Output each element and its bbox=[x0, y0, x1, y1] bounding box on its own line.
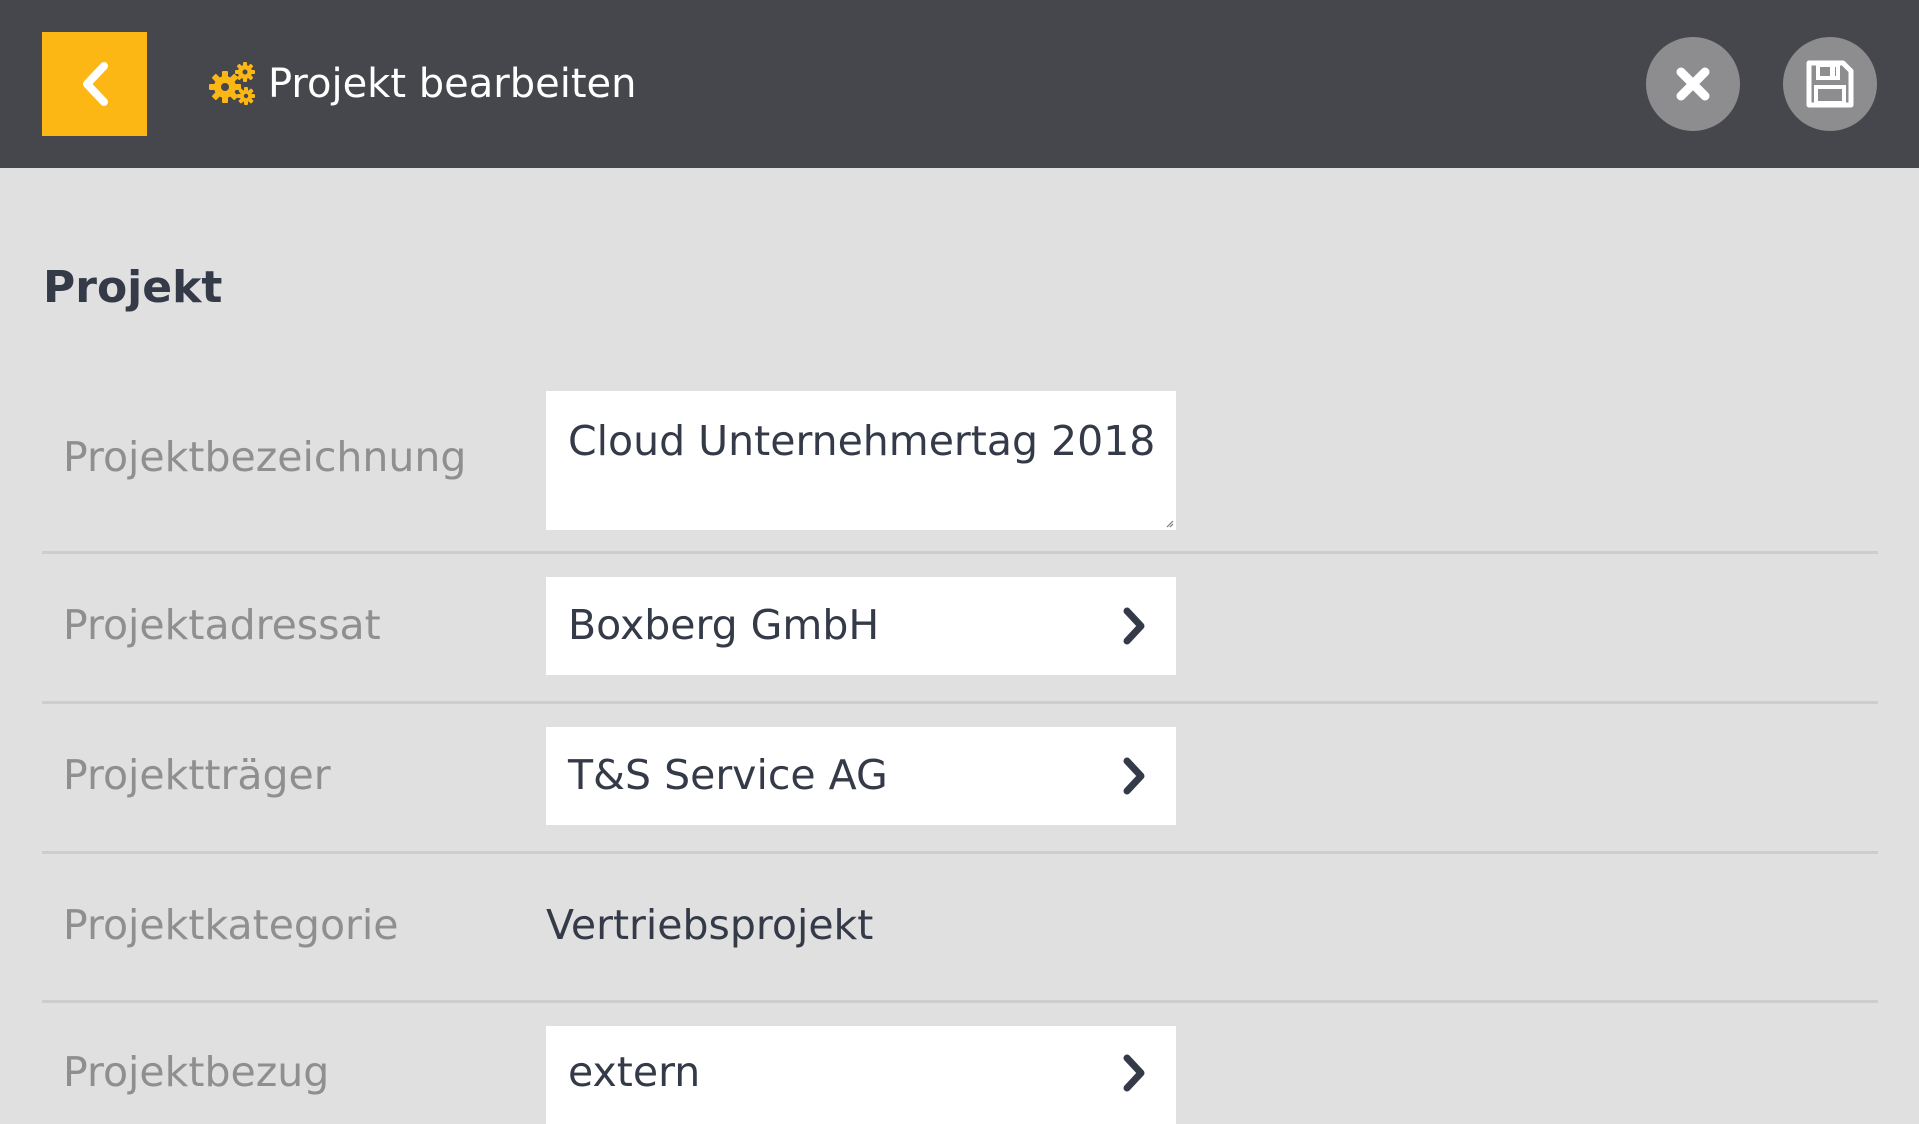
label-projektbezug: Projektbezug bbox=[63, 1048, 330, 1096]
row-divider bbox=[42, 701, 1878, 704]
projektbezeichnung-value: Cloud Unternehmertag 2018 bbox=[568, 417, 1156, 465]
projektadressat-value: Boxberg GmbH bbox=[568, 601, 880, 649]
resize-grip-icon[interactable] bbox=[1164, 518, 1174, 528]
close-icon bbox=[1676, 67, 1710, 101]
projektbezeichnung-textarea[interactable]: Cloud Unternehmertag 2018 bbox=[546, 391, 1176, 530]
projekttraeger-select[interactable]: T&S Service AG bbox=[546, 727, 1176, 825]
projekttraeger-value: T&S Service AG bbox=[568, 751, 888, 799]
page-title: Projekt bearbeiten bbox=[268, 61, 637, 107]
chevron-right-icon bbox=[1123, 1054, 1145, 1092]
chevron-right-icon bbox=[1123, 607, 1145, 645]
floppy-disk-icon bbox=[1806, 60, 1854, 108]
chevron-left-icon bbox=[82, 62, 108, 106]
row-divider bbox=[42, 851, 1878, 854]
section-title: Projekt bbox=[43, 262, 223, 313]
label-projektbezeichnung: Projektbezeichnung bbox=[63, 433, 467, 481]
row-divider bbox=[42, 551, 1878, 554]
projektkategorie-value: Vertriebsprojekt bbox=[546, 901, 874, 949]
close-button[interactable] bbox=[1646, 37, 1740, 131]
projektadressat-select[interactable]: Boxberg GmbH bbox=[546, 577, 1176, 675]
save-button[interactable] bbox=[1783, 37, 1877, 131]
label-projektkategorie: Projektkategorie bbox=[63, 901, 399, 949]
label-projekttraeger: Projektträger bbox=[63, 751, 331, 799]
chevron-right-icon bbox=[1123, 757, 1145, 795]
back-button[interactable] bbox=[42, 32, 147, 136]
page-header: Projekt bearbeiten bbox=[208, 56, 636, 112]
gears-icon bbox=[209, 62, 255, 105]
label-projektadressat: Projektadressat bbox=[63, 601, 381, 649]
projektbezug-value: extern bbox=[568, 1048, 701, 1096]
projektbezug-select[interactable]: extern bbox=[546, 1026, 1176, 1124]
top-bar: Projekt bearbeiten bbox=[0, 0, 1919, 168]
row-divider bbox=[42, 1000, 1878, 1003]
